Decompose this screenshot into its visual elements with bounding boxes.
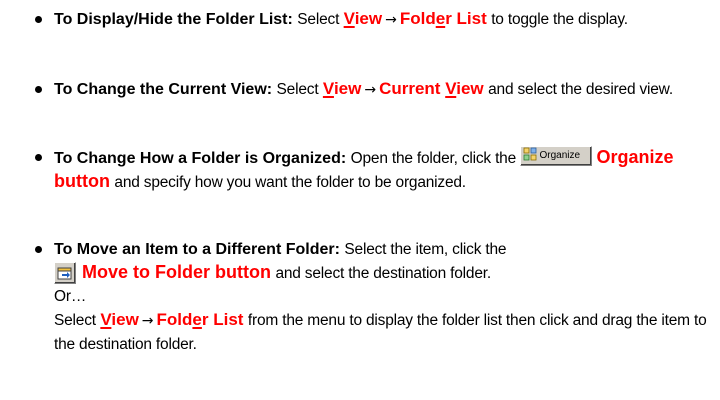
bullet <box>35 16 42 23</box>
organize-button[interactable]: Organize <box>520 146 593 166</box>
select-word: Select <box>54 312 96 329</box>
organize-button-caption: Organize <box>539 150 581 161</box>
item-text: To Display/Hide the Folder List: Select … <box>54 8 709 31</box>
arrow-icon: → <box>364 82 377 98</box>
bullet <box>35 154 42 161</box>
item-tail: and specify how you want the folder to b… <box>114 174 466 191</box>
menu-view: View <box>322 79 362 98</box>
move-to-folder-button-label: Move to Folder button <box>82 262 271 282</box>
item-text: To Change the Current View: Select View →… <box>54 78 709 101</box>
arrow-icon: → <box>385 12 397 28</box>
item-heading: To Move an Item to a Different Folder: <box>54 241 340 258</box>
item-lead: Open the folder, click the <box>350 150 517 167</box>
item-text: To Move an Item to a Different Folder: S… <box>54 238 709 356</box>
organize-icon <box>523 147 537 161</box>
item-tail: and select the desired view. <box>488 81 673 98</box>
bullet <box>35 86 42 93</box>
arrow-icon: → <box>141 313 154 329</box>
move-to-folder-icon <box>57 267 73 285</box>
menu-folder-list: Folder List <box>156 310 244 329</box>
select-word: Select <box>297 11 340 28</box>
menu-current-view: Current View <box>379 79 484 98</box>
item-heading: To Change the Current View: <box>54 81 273 98</box>
item-heading: To Display/Hide the Folder List: <box>54 11 293 28</box>
menu-folder-list: Folder List <box>399 9 487 28</box>
bullet <box>35 246 42 253</box>
move-to-folder-button[interactable] <box>54 262 76 284</box>
item-text: To Change How a Folder is Organized: Ope… <box>54 146 709 194</box>
or-text: Or… <box>54 288 87 305</box>
select-word: Select <box>276 81 319 98</box>
item-tail: and select the destination folder. <box>275 265 491 282</box>
item-tail: to toggle the display. <box>491 11 628 28</box>
menu-view: View <box>100 310 139 329</box>
menu-view: View <box>343 9 383 28</box>
item-lead: Select the item, click the <box>344 241 507 258</box>
item-heading: To Change How a Folder is Organized: <box>54 150 347 167</box>
